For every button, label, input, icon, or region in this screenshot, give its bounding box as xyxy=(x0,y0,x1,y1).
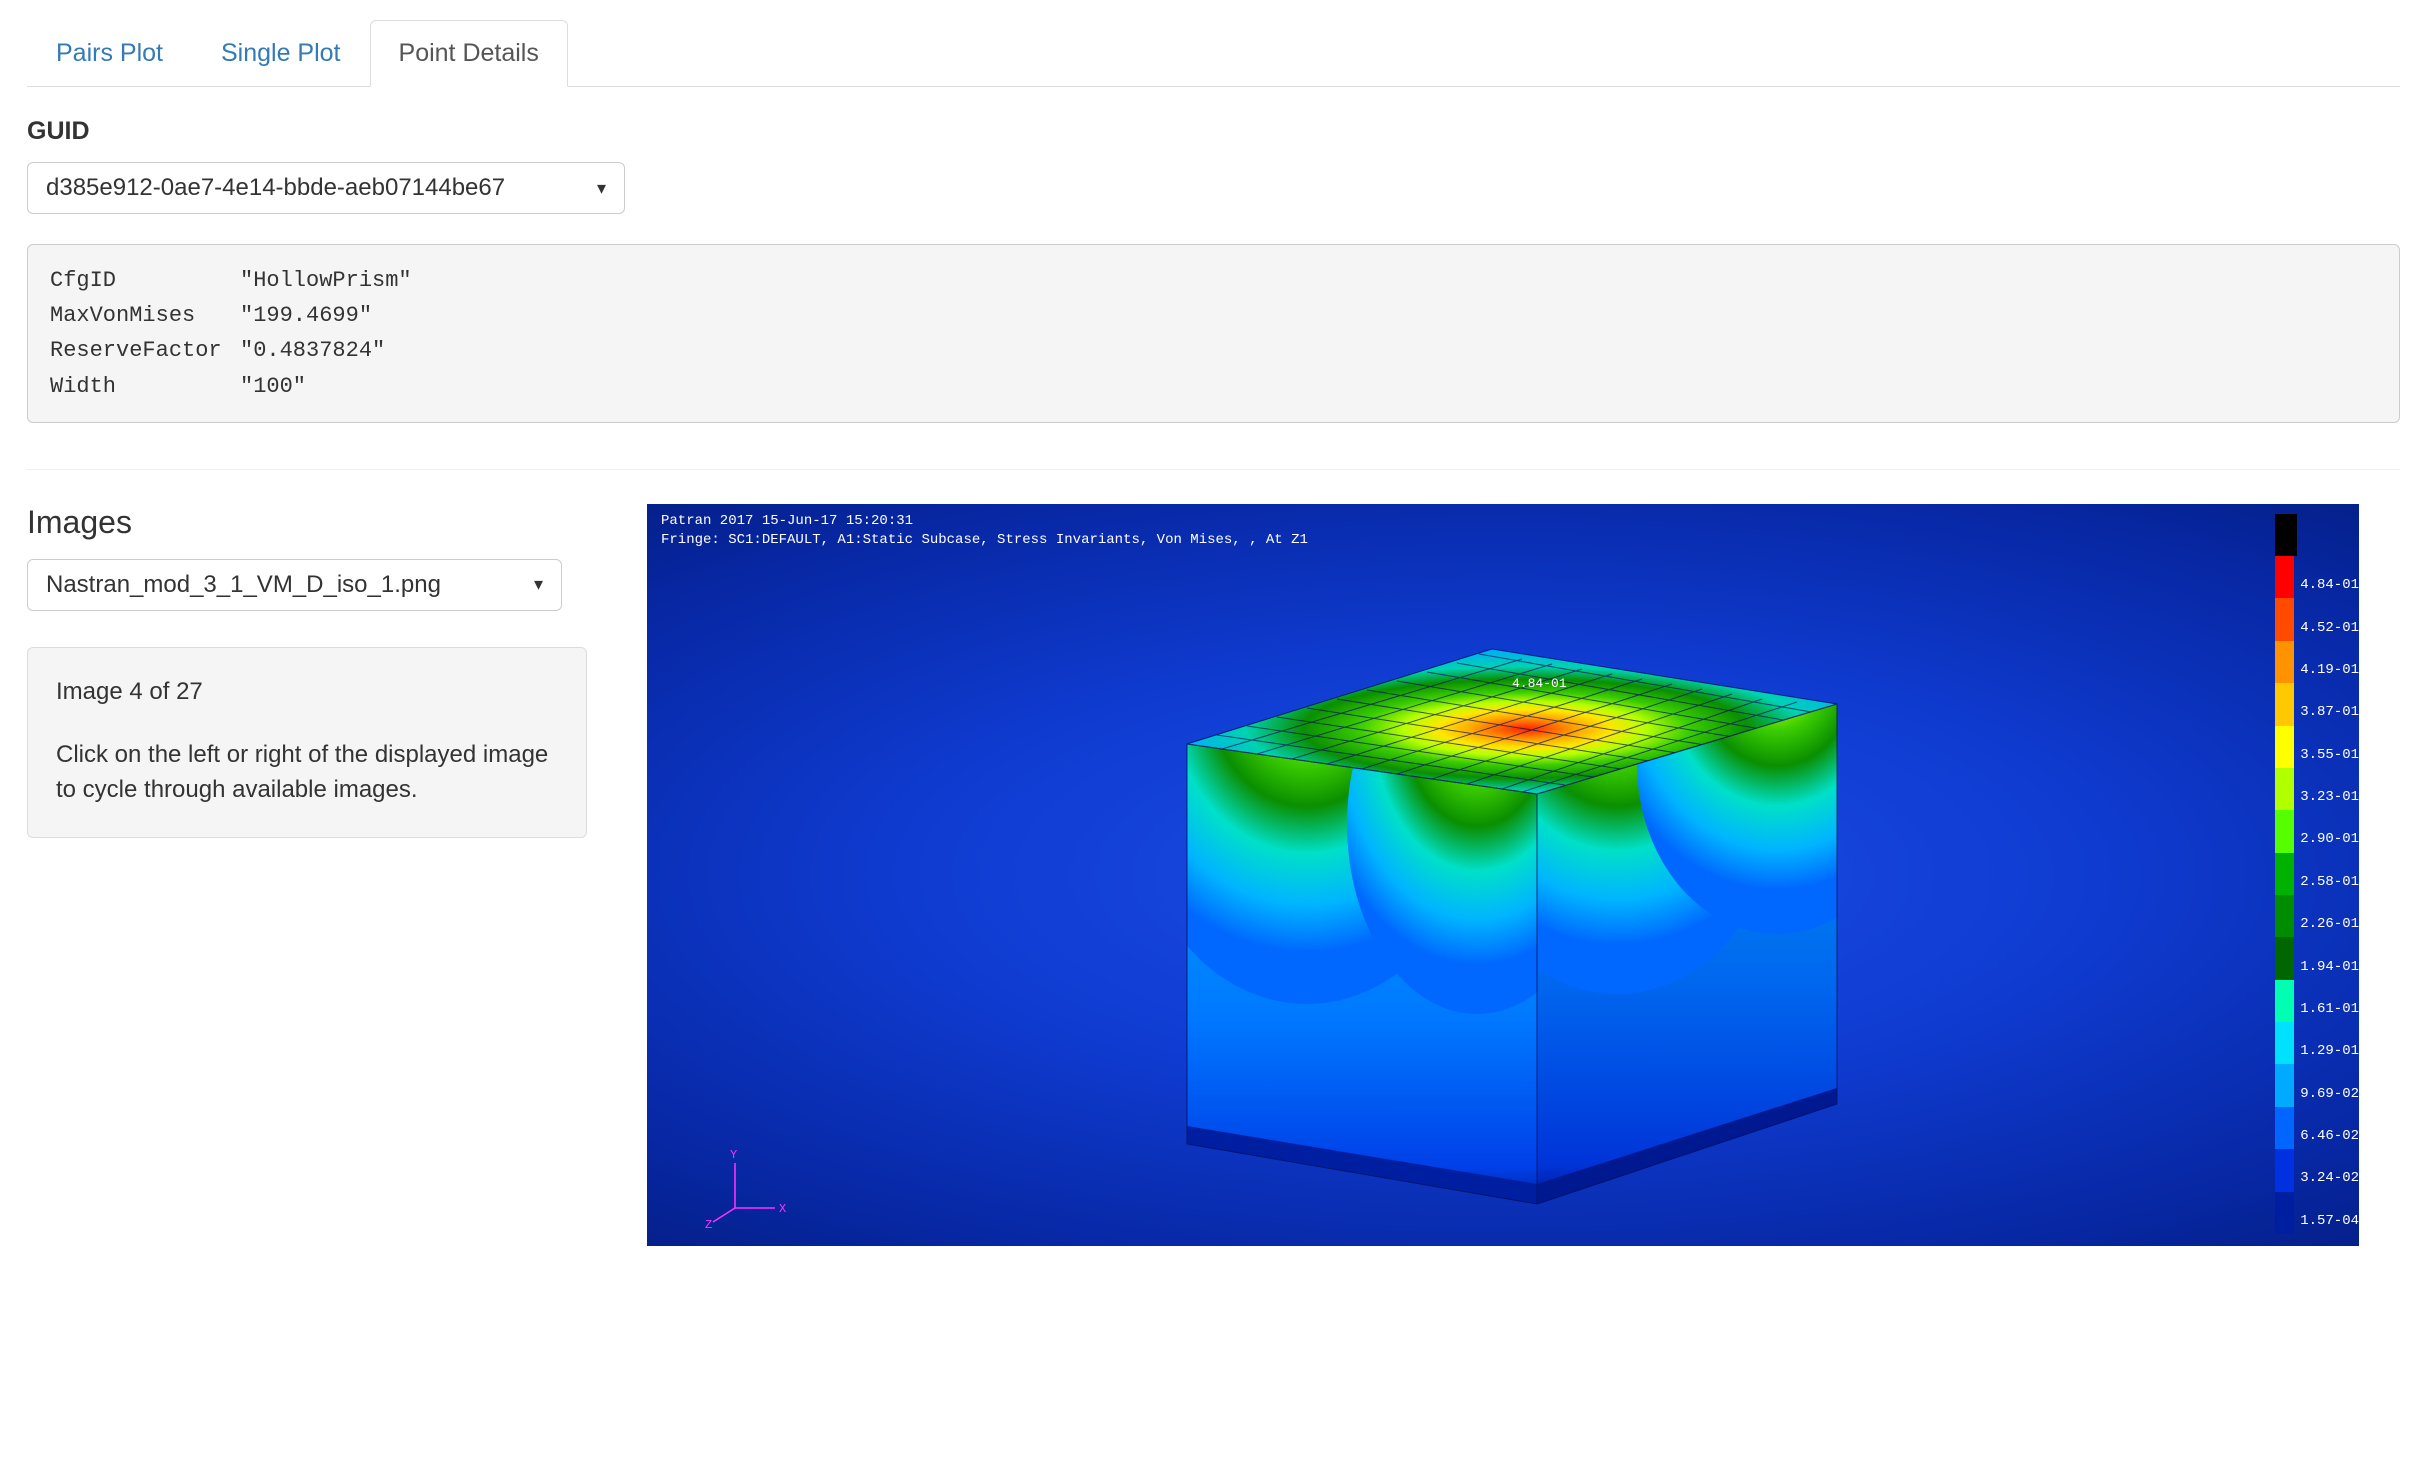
colorbar-swatch-label: 3.87-01 xyxy=(2300,704,2359,720)
detail-row: ReserveFactor"0.4837824" xyxy=(50,338,385,363)
colorbar-swatch-color xyxy=(2275,1022,2294,1064)
colorbar-swatch-color xyxy=(2275,937,2294,979)
colorbar-swatch-label: 3.55-01 xyxy=(2300,747,2359,763)
colorbar-swatch-color xyxy=(2275,514,2297,556)
colorbar: 4.84-01 4.52-01 4.19-01 3.87-01 3.55-01 3.23-… xyxy=(2275,514,2359,1234)
guid-selected-value: d385e912-0ae7-4e14-bbde-aeb07144be67 xyxy=(46,174,505,202)
image-hint-box: Image 4 of 27 Click on the left or right… xyxy=(27,647,587,839)
colorbar-swatch-color xyxy=(2275,1107,2294,1149)
caret-down-icon: ▾ xyxy=(534,574,543,595)
colorbar-swatch: 1.57-04 xyxy=(2275,1192,2359,1234)
image-select[interactable]: Nastran_mod_3_1_VM_D_iso_1.png ▾ xyxy=(27,559,562,611)
colorbar-swatch: 6.46-02 xyxy=(2275,1107,2359,1149)
colorbar-swatch-color xyxy=(2275,895,2294,937)
colorbar-swatch: 4.19-01 xyxy=(2275,641,2359,683)
tabs-bar: Pairs Plot Single Plot Point Details xyxy=(27,20,2400,87)
colorbar-swatch: 3.23-01 xyxy=(2275,768,2359,810)
colorbar-swatch-color xyxy=(2275,810,2294,852)
tab-point-details[interactable]: Point Details xyxy=(370,20,568,87)
image-hint-text: Click on the left or right of the displa… xyxy=(56,738,558,808)
colorbar-swatch-label: 2.90-01 xyxy=(2300,831,2359,847)
colorbar-swatch: 3.87-01 xyxy=(2275,683,2359,725)
colorbar-swatch-label: 4.52-01 xyxy=(2300,620,2359,636)
colorbar-swatch-color xyxy=(2275,768,2294,810)
tab-label: Single Plot xyxy=(221,39,341,67)
tab-label: Pairs Plot xyxy=(56,39,163,67)
colorbar-swatch: 1.61-01 xyxy=(2275,980,2359,1022)
guid-select[interactable]: d385e912-0ae7-4e14-bbde-aeb07144be67 ▾ xyxy=(27,162,625,214)
divider xyxy=(27,469,2400,470)
colorbar-swatch-label: 4.19-01 xyxy=(2300,662,2359,678)
colorbar-swatch: 2.26-01 xyxy=(2275,895,2359,937)
colorbar-swatch-label: 4.84-01 xyxy=(2300,577,2359,593)
colorbar-swatch-label: 2.58-01 xyxy=(2300,874,2359,890)
colorbar-swatch-label: 1.61-01 xyxy=(2300,1001,2359,1017)
fea-image[interactable]: Patran 2017 15-Jun-17 15:20:31 Fringe: S… xyxy=(647,504,2359,1246)
colorbar-swatch-color xyxy=(2275,853,2294,895)
colorbar-swatch: 1.29-01 xyxy=(2275,1022,2359,1064)
colorbar-swatch-label: 3.24-02 xyxy=(2300,1170,2359,1186)
colorbar-swatch-color xyxy=(2275,980,2294,1022)
tab-label: Point Details xyxy=(399,39,539,67)
colorbar-swatch-color xyxy=(2275,641,2294,683)
svg-text:Z: Z xyxy=(705,1218,712,1228)
fea-cube-svg xyxy=(647,504,2359,1246)
colorbar-swatch: 4.52-01 xyxy=(2275,598,2359,640)
detail-row: MaxVonMises"199.4699" xyxy=(50,303,372,328)
colorbar-swatch-label: 1.29-01 xyxy=(2300,1043,2359,1059)
colorbar-swatch: 3.55-01 xyxy=(2275,726,2359,768)
detail-row: Width"100" xyxy=(50,374,306,399)
image-selected-value: Nastran_mod_3_1_VM_D_iso_1.png xyxy=(46,571,441,599)
colorbar-swatch-color xyxy=(2275,1149,2294,1191)
colorbar-swatch-label: 3.23-01 xyxy=(2300,789,2359,805)
colorbar-swatch-color xyxy=(2275,1192,2294,1234)
tab-single-plot[interactable]: Single Plot xyxy=(192,20,370,87)
svg-text:Y: Y xyxy=(730,1148,737,1162)
colorbar-swatch-color xyxy=(2275,683,2294,725)
fea-peak-label: 4.84-01 xyxy=(1512,676,1567,691)
guid-label: GUID xyxy=(27,117,2400,146)
colorbar-swatch: 2.90-01 xyxy=(2275,810,2359,852)
colorbar-swatch: 2.58-01 xyxy=(2275,853,2359,895)
detail-row: CfgID"HollowPrism" xyxy=(50,268,412,293)
colorbar-swatch: 9.69-02 xyxy=(2275,1064,2359,1106)
axis-triad-icon: X Y Z xyxy=(705,1138,795,1228)
caret-down-icon: ▾ xyxy=(597,178,606,199)
colorbar-swatch-color xyxy=(2275,726,2294,768)
colorbar-swatch-label: 1.57-04 xyxy=(2300,1213,2359,1229)
colorbar-swatch xyxy=(2275,514,2359,556)
colorbar-swatch-label: 1.94-01 xyxy=(2300,959,2359,975)
images-heading: Images xyxy=(27,504,607,541)
colorbar-swatch-label: 9.69-02 xyxy=(2300,1086,2359,1102)
colorbar-swatch-color xyxy=(2275,598,2294,640)
colorbar-swatch-color xyxy=(2275,556,2294,598)
image-counter: Image 4 of 27 xyxy=(56,678,558,706)
colorbar-swatch: 1.94-01 xyxy=(2275,937,2359,979)
svg-text:X: X xyxy=(779,1202,786,1216)
point-details-box: CfgID"HollowPrism" MaxVonMises"199.4699"… xyxy=(27,244,2400,423)
colorbar-swatch-label: 2.26-01 xyxy=(2300,916,2359,932)
colorbar-swatch-color xyxy=(2275,1064,2294,1106)
colorbar-swatch: 4.84-01 xyxy=(2275,556,2359,598)
colorbar-swatch-label: 6.46-02 xyxy=(2300,1128,2359,1144)
colorbar-swatch: 3.24-02 xyxy=(2275,1149,2359,1191)
tab-pairs-plot[interactable]: Pairs Plot xyxy=(27,20,192,87)
